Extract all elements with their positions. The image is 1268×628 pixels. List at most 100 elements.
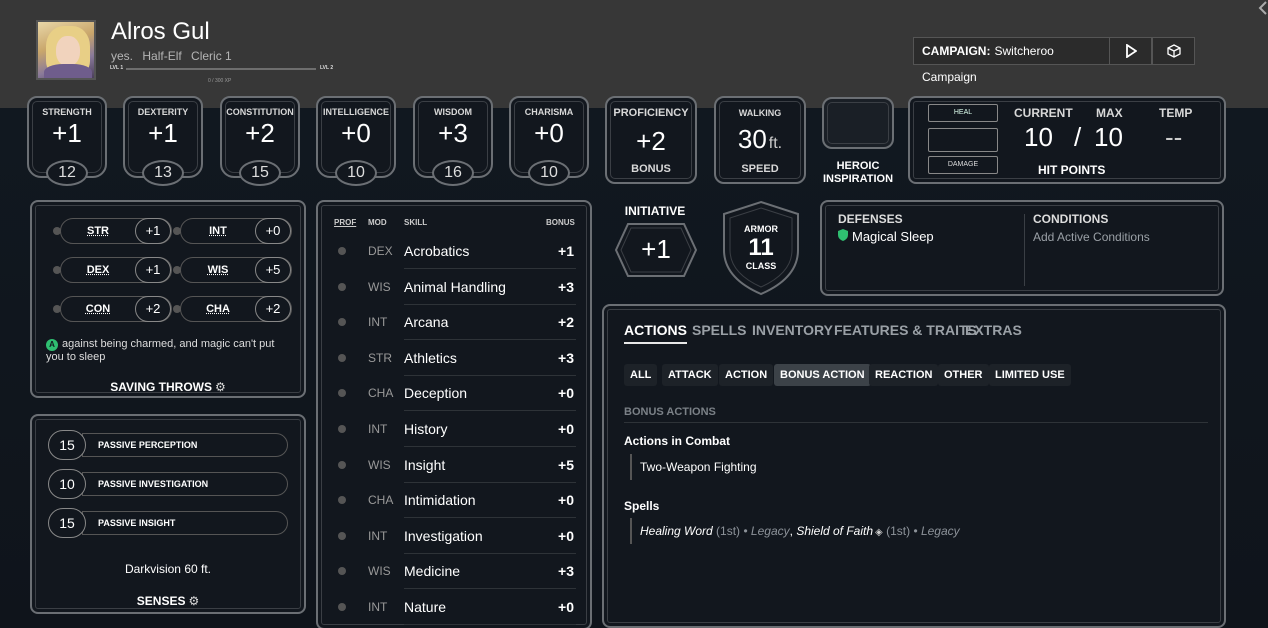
save-str[interactable]: STR +1 bbox=[53, 218, 172, 244]
ability-label: DEXTERITY bbox=[137, 107, 189, 117]
bonus-actions-heading: BONUS ACTIONS bbox=[624, 406, 716, 418]
skill-row-history[interactable]: INT History +0 bbox=[332, 411, 576, 447]
heroic-inspiration-toggle[interactable] bbox=[822, 97, 894, 149]
actions-panel: ACTIONS SPELLS INVENTORY FEATURES & TRAI… bbox=[602, 304, 1226, 628]
two-weapon-fighting-link[interactable]: Two-Weapon Fighting bbox=[640, 460, 757, 474]
character-avatar[interactable] bbox=[36, 20, 96, 80]
hp-amount-input[interactable] bbox=[928, 128, 998, 152]
proficiency-dot bbox=[338, 282, 346, 291]
ability-strength[interactable]: STRENGTH +1 12 bbox=[27, 96, 107, 188]
filter-attack[interactable]: ATTACK bbox=[662, 364, 718, 386]
heroic-label-line1: HEROIC bbox=[836, 160, 880, 172]
sense-value: 15 bbox=[48, 430, 86, 460]
skill-modifier: WIS bbox=[368, 564, 391, 579]
gear-icon[interactable]: ⚙ bbox=[215, 380, 226, 394]
proficiency-dot bbox=[338, 353, 346, 362]
defenses-conditions-panel[interactable]: DEFENSES Magical Sleep CONDITIONS Add Ac… bbox=[820, 200, 1224, 296]
tab-spells[interactable]: SPELLS bbox=[692, 322, 746, 338]
heal-button[interactable]: HEAL bbox=[928, 104, 998, 122]
ability-dexterity[interactable]: DEXTERITY +1 13 bbox=[123, 96, 203, 188]
character-gender: yes. bbox=[111, 49, 134, 63]
defenses-title: DEFENSES bbox=[838, 212, 903, 226]
damage-button[interactable]: DAMAGE bbox=[928, 156, 998, 174]
skill-row-deception[interactable]: CHA Deception +0 bbox=[332, 375, 576, 412]
ability-constitution[interactable]: CONSTITUTION +2 15 bbox=[220, 96, 300, 188]
skill-name: Acrobatics bbox=[404, 243, 470, 259]
proficiency-dot bbox=[338, 247, 346, 255]
saving-throws-label: SAVING THROWS bbox=[110, 380, 212, 394]
save-wis[interactable]: WIS +5 bbox=[173, 257, 292, 283]
collapse-chevron-icon[interactable] bbox=[1256, 0, 1268, 16]
conditions-title: CONDITIONS bbox=[1033, 212, 1109, 226]
save-int[interactable]: INT +0 bbox=[173, 218, 292, 244]
character-name[interactable]: Alros Gul bbox=[111, 18, 210, 46]
initiative-box[interactable]: +1 bbox=[614, 222, 698, 278]
tab-features-traits[interactable]: FEATURES & TRAITS bbox=[834, 322, 977, 338]
ability-charisma[interactable]: CHARISMA +0 10 bbox=[509, 96, 589, 188]
filter-other[interactable]: OTHER bbox=[938, 364, 989, 386]
gear-icon[interactable]: ⚙ bbox=[188, 594, 199, 608]
campaign-button[interactable]: CAMPAIGN: Switcheroo Campaign bbox=[913, 37, 1110, 84]
actions-in-combat-title: Actions in Combat bbox=[624, 434, 731, 448]
senses-title[interactable]: SENSES ⚙ bbox=[32, 594, 304, 608]
proficiency-dot bbox=[338, 425, 346, 433]
tab-inventory[interactable]: INVENTORY bbox=[752, 322, 833, 338]
play-icon bbox=[1125, 44, 1137, 58]
add-conditions-link[interactable]: Add Active Conditions bbox=[1033, 230, 1150, 244]
dice-button[interactable] bbox=[1152, 37, 1195, 65]
advantage-icon: A bbox=[46, 339, 58, 351]
save-con[interactable]: CON +2 bbox=[53, 296, 172, 322]
ability-wisdom[interactable]: WISDOM +3 16 bbox=[413, 96, 493, 188]
skill-row-animal-handling[interactable]: WIS Animal Handling +3 bbox=[332, 269, 576, 305]
skill-row-arcana[interactable]: INT Arcana +2 bbox=[332, 304, 576, 341]
save-ability: STR bbox=[87, 225, 109, 237]
skill-row-intimidation[interactable]: CHA Intimidation +0 bbox=[332, 482, 576, 519]
play-button[interactable] bbox=[1109, 37, 1152, 65]
hp-temp-label: TEMP bbox=[1159, 106, 1193, 120]
hp-separator: / bbox=[1074, 122, 1082, 152]
proficiency-dot bbox=[338, 460, 346, 469]
ability-intelligence[interactable]: INTELLIGENCE +0 10 bbox=[316, 96, 396, 188]
filter-reaction[interactable]: REACTION bbox=[869, 364, 939, 386]
save-ability: DEX bbox=[86, 264, 110, 276]
skill-row-athletics[interactable]: STR Athletics +3 bbox=[332, 340, 576, 376]
spell-healing-word[interactable]: Healing Word bbox=[640, 524, 713, 538]
skill-row-nature[interactable]: INT Nature +0 bbox=[332, 589, 576, 625]
save-ability: CHA bbox=[206, 303, 230, 315]
sense-value: 15 bbox=[48, 508, 86, 538]
proficiency-dot bbox=[338, 567, 346, 576]
saving-throws-title[interactable]: SAVING THROWS ⚙ bbox=[32, 380, 304, 394]
tab-actions[interactable]: ACTIONS bbox=[624, 322, 687, 344]
skill-name: Animal Handling bbox=[404, 278, 506, 295]
ability-score: 13 bbox=[142, 160, 184, 186]
darkvision-text: Darkvision 60 ft. bbox=[124, 562, 212, 576]
proficiency-title: PROFICIENCY bbox=[613, 107, 689, 119]
skill-row-insight[interactable]: WIS Insight +5 bbox=[332, 447, 576, 483]
skill-row-investigation[interactable]: INT Investigation +0 bbox=[332, 518, 576, 554]
save-cha[interactable]: CHA +2 bbox=[173, 296, 292, 322]
filter-bonus-action[interactable]: BONUS ACTION bbox=[774, 364, 871, 386]
hp-max-label: MAX bbox=[1096, 106, 1123, 120]
proficiency-dot bbox=[338, 318, 346, 327]
ability-modifier: +1 bbox=[148, 118, 178, 148]
save-advantage-note: Aagainst being charmed, and magic can't … bbox=[46, 338, 286, 364]
spell-legacy-tag: • Legacy bbox=[913, 524, 960, 538]
skill-modifier: INT bbox=[368, 315, 388, 330]
skill-row-acrobatics[interactable]: DEX Acrobatics +1 bbox=[332, 233, 576, 269]
ability-label: CHARISMA bbox=[524, 107, 574, 117]
hp-max-value: 10 bbox=[1094, 122, 1123, 152]
armor-class-box[interactable]: ARMOR 11 CLASS bbox=[718, 200, 804, 296]
filter-limited-use[interactable]: LIMITED USE bbox=[989, 364, 1071, 386]
save-dex[interactable]: DEX +1 bbox=[53, 257, 172, 283]
character-summary: yes. Half-Elf Cleric 1 bbox=[111, 49, 238, 63]
proficiency-value: +2 bbox=[636, 126, 666, 156]
tab-extras[interactable]: EXTRAS bbox=[965, 322, 1022, 338]
hp-temp-value[interactable]: -- bbox=[1165, 122, 1182, 153]
filter-all[interactable]: ALL bbox=[624, 364, 658, 386]
hp-current-value[interactable]: 10 bbox=[1024, 122, 1053, 153]
filter-action[interactable]: ACTION bbox=[719, 364, 774, 386]
skill-row-medicine[interactable]: WIS Medicine +3 bbox=[332, 553, 576, 590]
spell-shield-of-faith[interactable]: Shield of Faith bbox=[796, 524, 873, 538]
saving-throws-panel: STR +1 INT +0 DEX +1 WIS +5 CON +2 CHA +2 Aaga… bbox=[30, 200, 306, 398]
character-class: Cleric 1 bbox=[191, 49, 232, 63]
